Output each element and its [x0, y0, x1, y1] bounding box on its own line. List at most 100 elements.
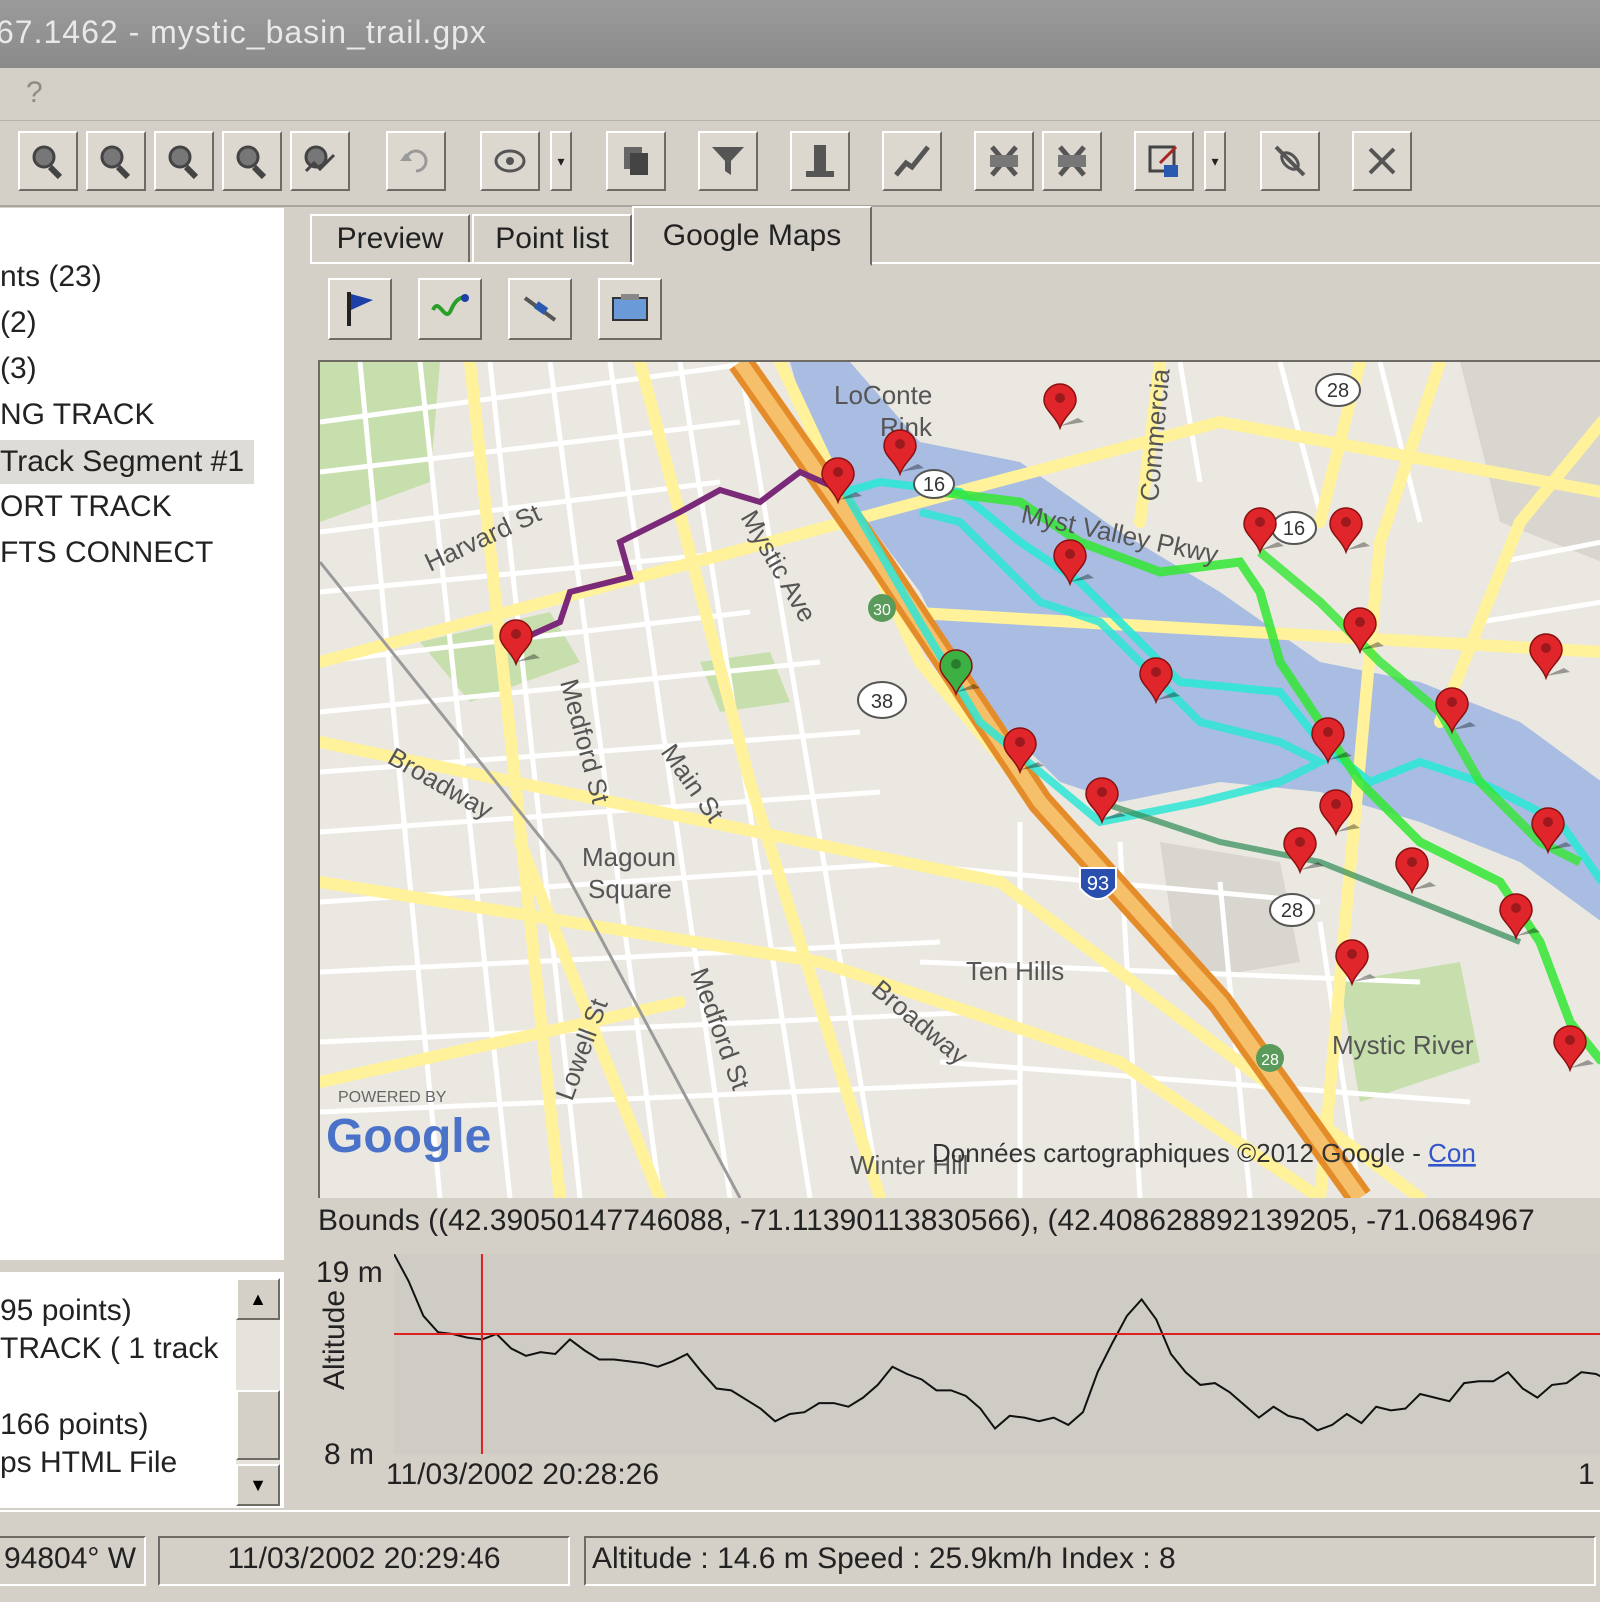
- track-button[interactable]: [418, 278, 482, 340]
- google-map[interactable]: Harvard St Mystic Ave LoConte Rink Comme…: [318, 360, 1600, 1198]
- tab-preview[interactable]: Preview: [310, 214, 470, 264]
- map-marker-dot: [1255, 517, 1265, 527]
- link-button[interactable]: [1260, 131, 1320, 191]
- menu-help[interactable]: ?: [26, 76, 43, 110]
- list-item[interactable]: ps HTML File: [0, 1446, 177, 1480]
- zoom-track-button[interactable]: [290, 131, 350, 191]
- zoom-fit-button[interactable]: [154, 131, 214, 191]
- copy-button[interactable]: [606, 131, 666, 191]
- map-marker-dot: [1331, 799, 1341, 809]
- map-marker-dot: [1341, 517, 1351, 527]
- scroll-up-button[interactable]: ▲: [236, 1278, 280, 1320]
- map-marker-dot: [1347, 949, 1357, 959]
- map-marker-dot: [1055, 393, 1065, 403]
- map-marker-dot: [1543, 817, 1553, 827]
- close-button[interactable]: [1352, 131, 1412, 191]
- export-dropdown[interactable]: ▾: [1204, 131, 1226, 191]
- undo-button[interactable]: [386, 131, 446, 191]
- export-icon: [1148, 145, 1178, 177]
- google-logo: Google: [326, 1110, 491, 1163]
- zoom-in-icon: [32, 145, 63, 180]
- close-icon: [1368, 147, 1396, 175]
- map-marker-dot: [1565, 1035, 1575, 1045]
- screen-button[interactable]: [598, 278, 662, 340]
- map-marker-dot: [1065, 549, 1075, 559]
- undo-icon: [400, 149, 428, 173]
- export-button[interactable]: [1134, 131, 1194, 191]
- shield-30: 30: [873, 602, 891, 619]
- map-marker-dot: [1541, 643, 1551, 653]
- tab-google-maps[interactable]: Google Maps: [632, 206, 872, 266]
- zoom-in-button[interactable]: [18, 131, 78, 191]
- cut-icon: [990, 145, 1018, 177]
- map-marker-dot: [1151, 667, 1161, 677]
- cut-alt-button[interactable]: [1042, 131, 1102, 191]
- list-item[interactable]: 166 points): [0, 1408, 148, 1442]
- scroll-down-button[interactable]: ▼: [236, 1464, 280, 1506]
- zoom-fit-icon: [168, 145, 199, 180]
- map-terms-link[interactable]: Con: [1428, 1138, 1476, 1168]
- menu-bar: ?: [0, 68, 1600, 121]
- gpx-tree: nts (23) (2) (3) NG TRACK Track Segment …: [0, 208, 287, 1260]
- label-loconte: LoConte: [834, 380, 932, 410]
- merge-button[interactable]: [882, 131, 942, 191]
- cut-button[interactable]: [974, 131, 1034, 191]
- link-icon: [1274, 145, 1306, 177]
- tree-item-track-1[interactable]: NG TRACK: [0, 398, 154, 432]
- elevation-axis-label: Altitude: [318, 1289, 351, 1390]
- map-marker-dot: [511, 629, 521, 639]
- filter-button[interactable]: [698, 131, 758, 191]
- map-canvas: Harvard St Mystic Ave LoConte Rink Comme…: [320, 362, 1600, 1198]
- scroll-thumb[interactable]: [236, 1390, 280, 1460]
- zoom-selection-button[interactable]: [222, 131, 282, 191]
- rotate-dropdown[interactable]: ▾: [550, 131, 572, 191]
- flag-icon: [347, 292, 373, 326]
- map-marker-dot: [1355, 617, 1365, 627]
- map-marker-dot: [951, 659, 961, 669]
- track-icon: [431, 294, 469, 316]
- list-item[interactable]: TRACK ( 1 track: [0, 1332, 218, 1366]
- tree-item-track-segment[interactable]: Track Segment #1: [0, 440, 254, 484]
- elevation-start-time: 11/03/2002 20:28:26: [386, 1458, 660, 1491]
- shield-93: 93: [1087, 873, 1109, 895]
- elevation-chart[interactable]: [394, 1254, 1600, 1458]
- status-bar: 94804° W 11/03/2002 20:29:46 Altitude : …: [0, 1510, 1600, 1602]
- filter-icon: [712, 147, 744, 175]
- zoom-selection-icon: [236, 145, 267, 180]
- zoom-track-icon: [304, 145, 336, 173]
- tree-item-tracks[interactable]: (3): [0, 352, 37, 386]
- list-scrollbar[interactable]: ▲ ▼: [236, 1278, 280, 1506]
- merge-icon: [894, 145, 930, 177]
- split-icon: [806, 145, 834, 177]
- zoom-out-icon: [100, 145, 131, 180]
- title-bar: 67.1462 - mystic_basin_trail.gpx: [0, 0, 1600, 68]
- screen-icon: [612, 294, 648, 321]
- list-item[interactable]: 95 points): [0, 1294, 132, 1328]
- map-copyright: Données cartographiques ©2012 Google - C…: [932, 1138, 1476, 1168]
- main-toolbar: ▾ ▾: [0, 121, 1600, 207]
- shield-16-a: 16: [1283, 518, 1305, 540]
- status-info: Altitude : 14.6 m Speed : 25.9km/h Index…: [584, 1536, 1596, 1586]
- vertical-splitter[interactable]: [284, 208, 302, 1508]
- rotate-icon: [494, 149, 526, 173]
- tab-point-list[interactable]: Point list: [472, 214, 632, 264]
- shield-28-b: 28: [1281, 900, 1303, 922]
- flag-button[interactable]: [328, 278, 392, 340]
- label-magoun: Magoun: [582, 842, 676, 872]
- split-button[interactable]: [790, 131, 850, 191]
- label-mystic-river: Mystic River: [1332, 1030, 1474, 1060]
- window-title: 67.1462 - mystic_basin_trail.gpx: [0, 14, 487, 50]
- tree-item-waypoints[interactable]: nts (23): [0, 260, 102, 294]
- route-button[interactable]: [508, 278, 572, 340]
- elevation-end-time: 1: [1578, 1458, 1595, 1491]
- label-powered-by: POWERED BY: [338, 1089, 447, 1106]
- zoom-out-button[interactable]: [86, 131, 146, 191]
- rotate-button[interactable]: [480, 131, 540, 191]
- elevation-panel: 19 m 8 m Altitude 11/03/2002 20:28:26 1: [310, 1250, 1600, 1506]
- tree-item-track-2[interactable]: ORT TRACK: [0, 490, 172, 524]
- elevation-min-label: 8 m: [324, 1438, 375, 1471]
- map-marker-dot: [833, 467, 843, 477]
- tree-item-routes[interactable]: (2): [0, 306, 37, 340]
- tree-item-track-3[interactable]: FTS CONNECT: [0, 536, 213, 570]
- map-marker-dot: [1447, 697, 1457, 707]
